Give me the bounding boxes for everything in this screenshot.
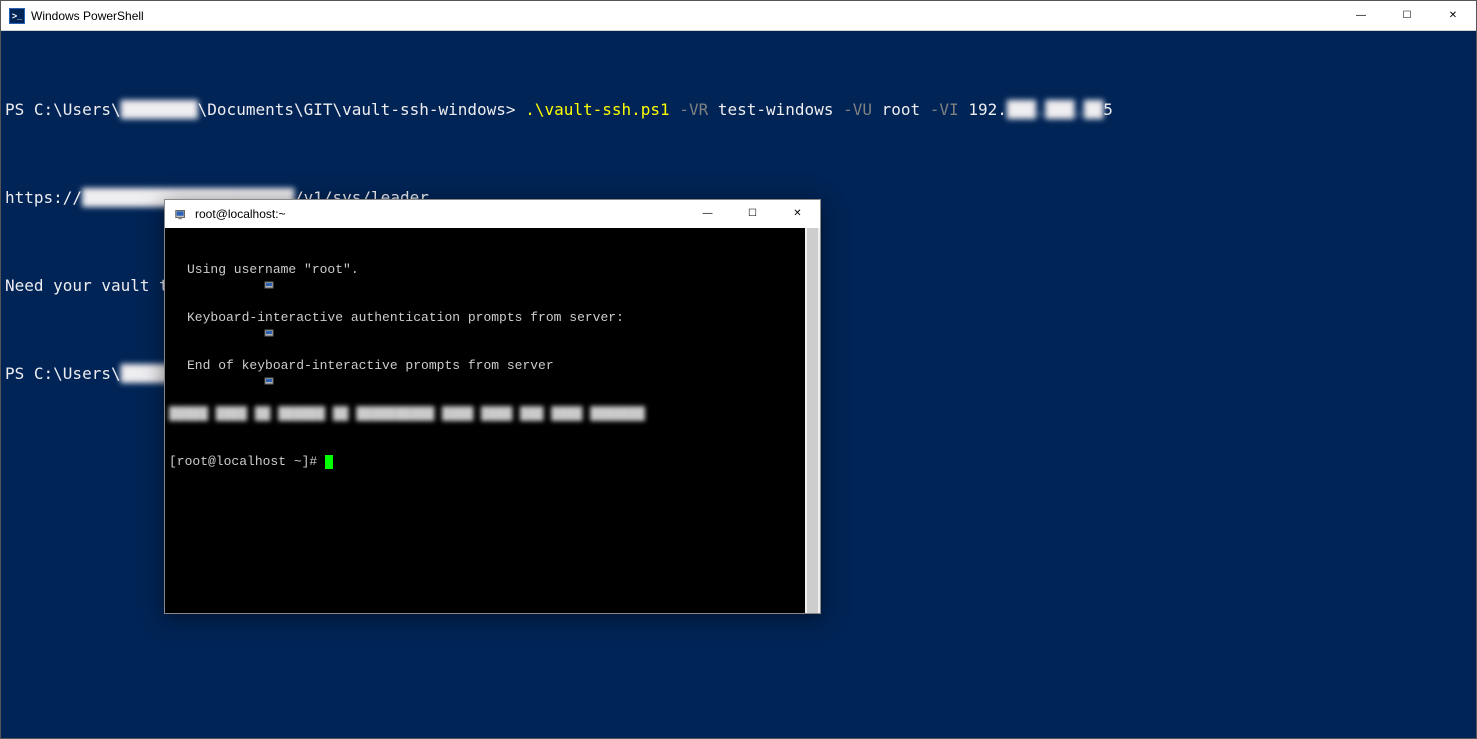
putty-icon <box>173 206 189 222</box>
putty-line-icon <box>169 263 183 277</box>
putty-title: root@localhost:~ <box>195 203 286 225</box>
putty-line-2-text: Keyboard-interactive authentication prom… <box>187 310 624 326</box>
putty-line-icon <box>169 311 183 325</box>
ps-prompt2-pre: PS C:\Users\ <box>5 364 121 383</box>
putty-minimize-button[interactable]: — <box>685 200 730 228</box>
putty-maximize-button[interactable]: ☐ <box>730 200 775 228</box>
ps-val-vi-pre: 192. <box>968 100 1007 119</box>
ps-cmd-script: .\vault-ssh.ps1 <box>525 100 670 119</box>
ps-prompt-prefix: PS C:\Users\ <box>5 100 121 119</box>
powershell-window: >_ Windows PowerShell — ☐ ✕ PS C:\Users\… <box>0 0 1477 739</box>
putty-prompt-line: [root@localhost ~]# <box>169 454 816 470</box>
powershell-icon: >_ <box>9 8 25 24</box>
ps-flag-vi: -VI <box>920 100 968 119</box>
ps-user-redacted: ████████ <box>121 100 198 119</box>
ps-val-vr: test-windows <box>718 100 834 119</box>
minimize-button[interactable]: — <box>1338 1 1384 31</box>
powershell-terminal[interactable]: PS C:\Users\████████\Documents\GIT\vault… <box>1 31 1476 738</box>
cursor-icon <box>325 455 333 469</box>
putty-prompt: [root@localhost ~]# <box>169 454 325 470</box>
ps-line-1: PS C:\Users\████████\Documents\GIT\vault… <box>5 99 1472 121</box>
maximize-button[interactable]: ☐ <box>1384 1 1430 31</box>
putty-line-4: █████ ████ ██ ██████ ██ ██████████ ████ … <box>169 406 816 422</box>
ps-flag-vr: -VR <box>670 100 718 119</box>
ps-val-vu: root <box>882 100 921 119</box>
ps-out2-pre: https:// <box>5 188 82 207</box>
putty-terminal[interactable]: Using username "root". Keyboard-interact… <box>165 228 820 613</box>
putty-line-3-text: End of keyboard-interactive prompts from… <box>187 358 554 374</box>
putty-line-3: End of keyboard-interactive prompts from… <box>169 358 816 374</box>
putty-window: root@localhost:~ — ☐ ✕ Using username "r… <box>164 199 821 614</box>
putty-line-1-text: Using username "root". <box>187 262 359 278</box>
putty-line-2: Keyboard-interactive authentication prom… <box>169 310 816 326</box>
powershell-title: Windows PowerShell <box>31 9 144 23</box>
ps-flag-vu: -VU <box>833 100 881 119</box>
powershell-icon-glyph: >_ <box>12 11 22 21</box>
putty-scrollbar[interactable] <box>805 228 820 613</box>
ps-val-vi-suf: 5 <box>1103 100 1113 119</box>
ps-val-vi-redacted: ███.███.██ <box>1007 100 1103 119</box>
putty-line-icon <box>169 359 183 373</box>
close-button[interactable]: ✕ <box>1430 1 1476 31</box>
putty-close-button[interactable]: ✕ <box>775 200 820 228</box>
putty-scrollbar-thumb[interactable] <box>807 228 818 613</box>
powershell-titlebar[interactable]: >_ Windows PowerShell — ☐ ✕ <box>1 1 1476 31</box>
putty-line-1: Using username "root". <box>169 262 816 278</box>
ps-prompt-path: \Documents\GIT\vault-ssh-windows> <box>198 100 516 119</box>
putty-titlebar[interactable]: root@localhost:~ — ☐ ✕ <box>165 200 820 228</box>
putty-line-4-redacted: █████ ████ ██ ██████ ██ ██████████ ████ … <box>169 406 645 422</box>
